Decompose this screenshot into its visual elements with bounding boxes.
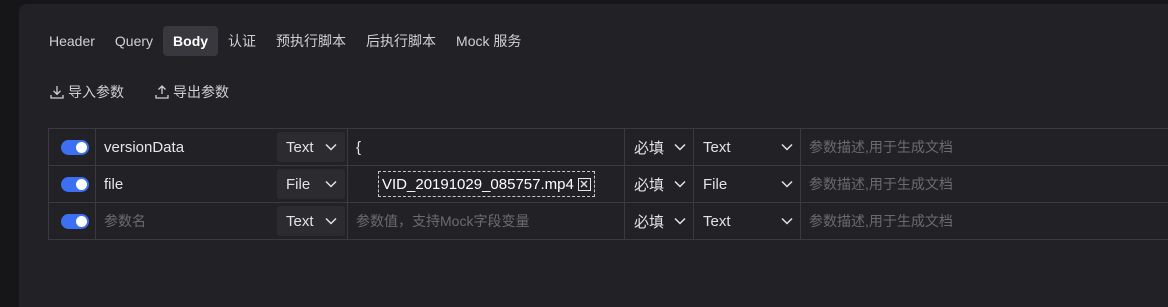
request-tabs: Header Query Body 认证 预执行脚本 后执行脚本 Mock 服务 bbox=[39, 26, 531, 56]
required-value: 必填 bbox=[634, 137, 664, 158]
table-row: versionData Text { 必填 Text 参数描述,用于生成文档 bbox=[49, 129, 1168, 166]
chevron-down-icon bbox=[674, 217, 686, 225]
description-input[interactable]: 参数描述,用于生成文档 bbox=[801, 211, 1168, 231]
export-params-button[interactable]: 导出参数 bbox=[154, 82, 229, 102]
param-type-select[interactable]: File bbox=[277, 169, 345, 199]
param-type-select[interactable]: Text bbox=[277, 206, 345, 236]
param-value-input[interactable]: 参数值，支持Mock字段变量 bbox=[348, 211, 624, 231]
enable-toggle[interactable] bbox=[61, 140, 89, 155]
chevron-down-icon bbox=[325, 180, 337, 188]
table-row: file File VID_20191029_085757.mp4 必填 bbox=[49, 166, 1168, 203]
chevron-down-icon bbox=[781, 143, 793, 151]
table-row: 参数名 Text 参数值，支持Mock字段变量 必填 Text 参数描述,用于生… bbox=[49, 203, 1168, 240]
import-params-label: 导入参数 bbox=[68, 82, 124, 102]
upload-icon bbox=[154, 84, 170, 100]
data-type-value: Text bbox=[703, 139, 731, 156]
chevron-down-icon bbox=[325, 217, 337, 225]
params-table: versionData Text { 必填 Text 参数描述,用于生成文档 f… bbox=[48, 128, 1168, 240]
param-value-input[interactable]: { bbox=[348, 139, 624, 156]
chevron-down-icon bbox=[325, 143, 337, 151]
data-type-value: Text bbox=[703, 213, 731, 230]
enable-toggle[interactable] bbox=[61, 177, 89, 192]
export-params-label: 导出参数 bbox=[173, 82, 229, 102]
chevron-down-icon bbox=[781, 217, 793, 225]
param-actions: 导入参数 导出参数 bbox=[49, 82, 259, 102]
required-value: 必填 bbox=[634, 211, 664, 232]
tab-body[interactable]: Body bbox=[163, 26, 218, 56]
download-icon bbox=[49, 84, 65, 100]
remove-file-icon[interactable] bbox=[578, 178, 591, 191]
file-chip[interactable]: VID_20191029_085757.mp4 bbox=[378, 171, 595, 197]
chevron-down-icon bbox=[674, 180, 686, 188]
import-params-button[interactable]: 导入参数 bbox=[49, 82, 124, 102]
tab-query[interactable]: Query bbox=[105, 26, 163, 56]
param-type-value: Text bbox=[286, 139, 314, 156]
param-type-select[interactable]: Text bbox=[277, 132, 345, 162]
data-type-value: File bbox=[703, 176, 727, 193]
enable-toggle[interactable] bbox=[61, 214, 89, 229]
tab-mock-service[interactable]: Mock 服务 bbox=[446, 26, 531, 56]
tab-pre-script[interactable]: 预执行脚本 bbox=[266, 26, 356, 56]
description-input[interactable]: 参数描述,用于生成文档 bbox=[801, 174, 1168, 194]
chevron-down-icon bbox=[674, 143, 686, 151]
required-value: 必填 bbox=[634, 174, 664, 195]
chevron-down-icon bbox=[781, 180, 793, 188]
tab-auth[interactable]: 认证 bbox=[218, 26, 266, 56]
tab-header[interactable]: Header bbox=[39, 26, 105, 56]
body-params-panel: Header Query Body 认证 预执行脚本 后执行脚本 Mock 服务… bbox=[19, 4, 1168, 307]
file-name: VID_20191029_085757.mp4 bbox=[382, 176, 574, 193]
param-type-value: Text bbox=[286, 213, 314, 230]
param-type-value: File bbox=[286, 176, 310, 193]
tab-post-script[interactable]: 后执行脚本 bbox=[356, 26, 446, 56]
description-input[interactable]: 参数描述,用于生成文档 bbox=[801, 137, 1168, 157]
